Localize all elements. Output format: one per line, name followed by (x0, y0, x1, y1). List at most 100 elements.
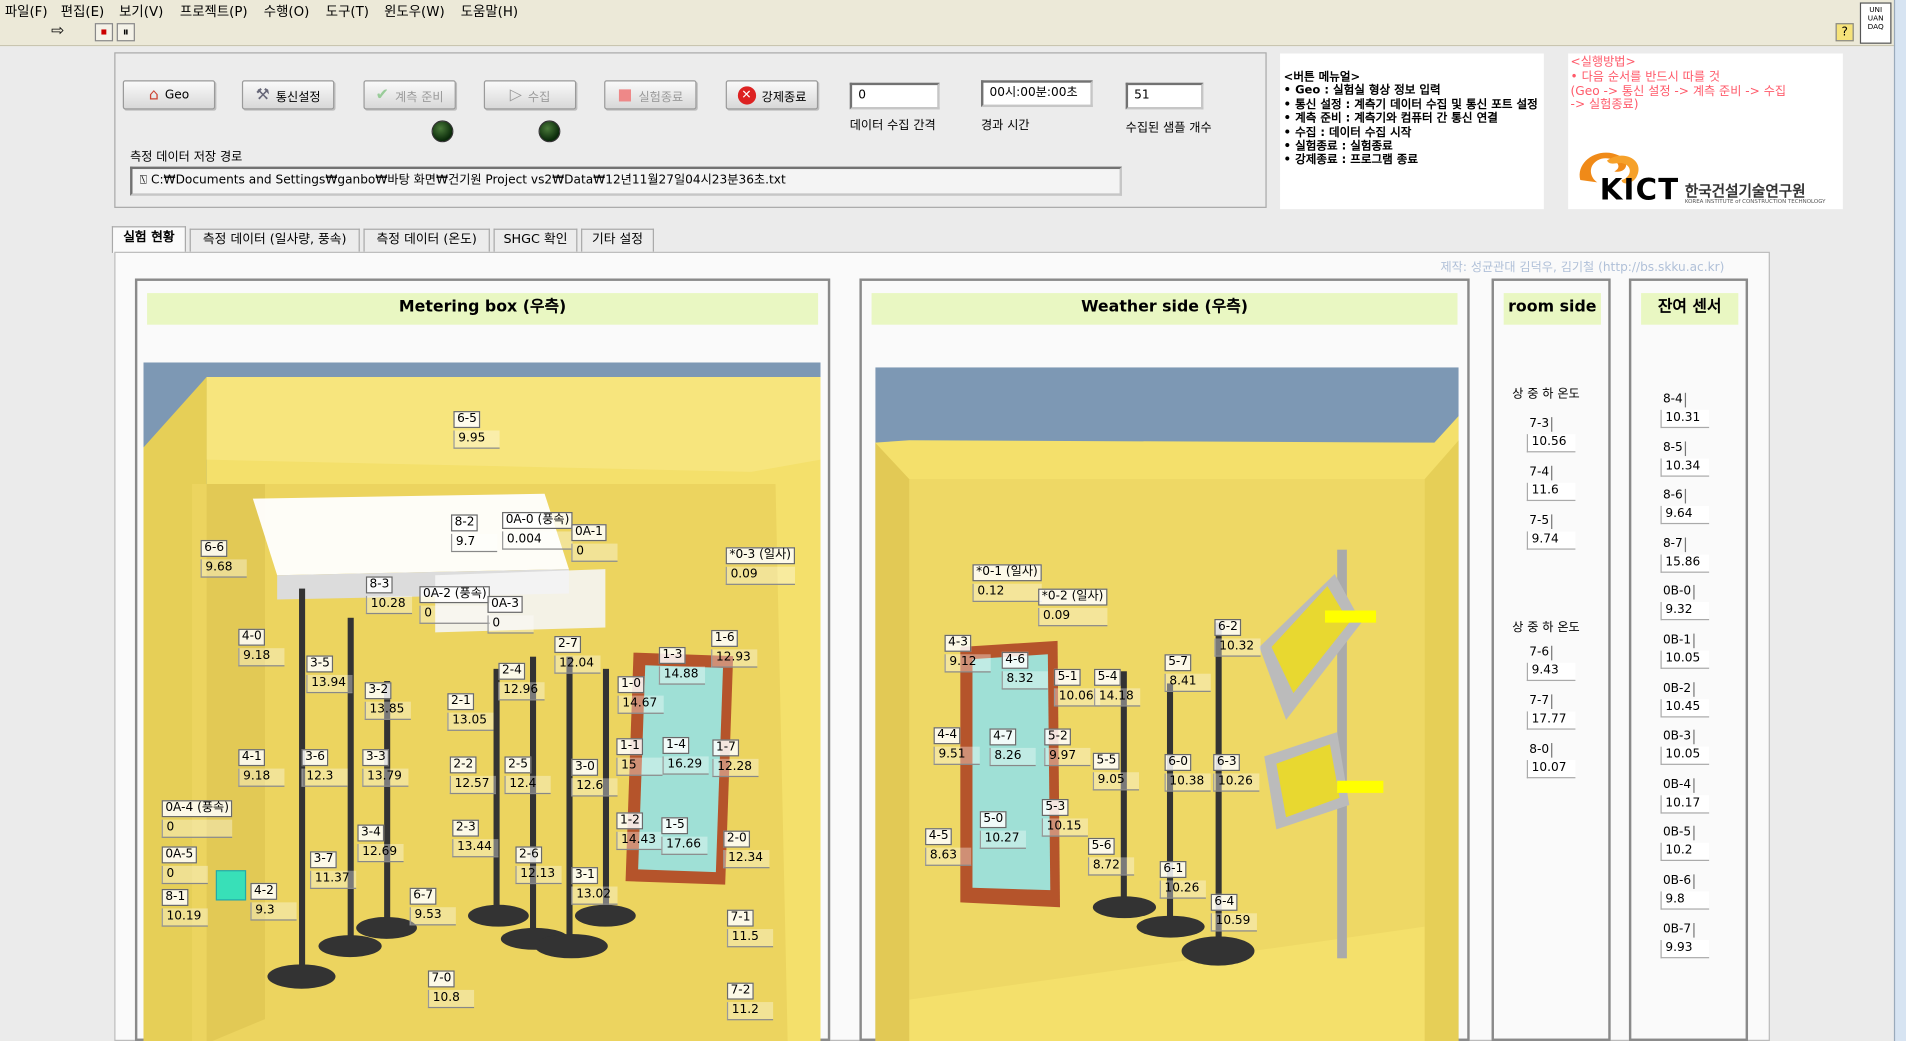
kict-name-kr: 한국건설기술연구원 (1684, 182, 1806, 200)
sensor-value: 12.96 (498, 682, 545, 701)
pause-icon[interactable]: ⏸ (116, 23, 135, 42)
menu-item-2[interactable]: 보기(V) (119, 1, 163, 20)
sensor-id: 0B-3 (1661, 729, 1695, 745)
sensor-id: 0A-0 (풍속) (502, 511, 573, 530)
sensor-id: 4-1 (238, 749, 266, 767)
sensor-id: 5-7 (1164, 654, 1192, 672)
sensor-value: 10.31 (1660, 409, 1710, 429)
sensor-value: 8.32 (1001, 671, 1048, 690)
sensor-id: 4-7 (989, 728, 1017, 746)
help-icon[interactable]: ? (1835, 23, 1854, 42)
sensor-id: 4-0 (238, 628, 266, 646)
sensor-value: 10.17 (1660, 795, 1710, 814)
sensor-id: 7-0 (427, 970, 456, 988)
tab-1[interactable]: 측정 데이터 (일사량, 풍속) (189, 228, 360, 252)
tab-4[interactable]: 기타 설정 (581, 228, 654, 252)
sensor-tag: 1-5 17.66 (661, 817, 708, 855)
manual-line: • 강제종료 : 프로그램 종료 (1283, 153, 1419, 168)
sensor-value: 15 (616, 757, 663, 776)
sensor-id: 5-0 (979, 811, 1007, 829)
sensor-tag: 4-3 9.12 (944, 634, 991, 673)
sensor-id: 1-6 (711, 629, 739, 647)
run-arrow-icon[interactable]: ⇨ (49, 23, 67, 41)
sensor-id: 7-6 (1527, 645, 1553, 661)
toolbar: ⇨ ⏹ ⏸ ? UNI UAN DAQ (0, 2, 1906, 47)
sensor-id: 5-3 (1041, 798, 1069, 817)
sensor-tag: 0A-3 0 (487, 595, 534, 634)
menu-item-4[interactable]: 수행(O) (264, 1, 310, 20)
credit-text: 제작: 성균관대 김덕우, 김기철 (http://bs.skku.ac.kr) (1440, 261, 1725, 275)
sensor-value: 17.77 (1526, 711, 1576, 730)
sensor-id: 4-3 (944, 634, 972, 652)
sensor-tag: 3-4 12.69 (357, 824, 404, 863)
sensor-id: 1-5 (661, 817, 689, 835)
sensor-value: 14.43 (616, 831, 663, 851)
sensor-value: 8.26 (989, 747, 1036, 767)
sensor-id: 5-1 (1053, 668, 1082, 686)
vertical-scrollbar[interactable] (1893, 0, 1906, 1041)
menu-item-6[interactable]: 윈도우(W) (384, 1, 445, 20)
sensor-value: 10.59 (1210, 913, 1257, 932)
sensor-value: 8.72 (1087, 857, 1135, 876)
ready-button[interactable]: ✔ 계측 준비 (363, 80, 456, 110)
sensor-value: 9.32 (1660, 602, 1710, 621)
remaining-sensors-panel: 잔여 센서 8-4 10.31 8-5 10.34 8-6 9.64 8-7 15.86 0B-… (1628, 278, 1749, 1041)
menu-item-0[interactable]: 파일(F) (5, 1, 48, 20)
collect-button[interactable]: ▷ 수집 (483, 80, 577, 110)
sensor-tag: *0-2 (일사) 0.09 (1038, 588, 1108, 627)
interval-label: 데이터 수집 간격 (849, 119, 936, 133)
tab-0[interactable]: 실험 현황 (111, 226, 186, 253)
menu-item-5[interactable]: 도구(T) (326, 1, 369, 20)
sensor-value: 9.18 (238, 648, 285, 667)
sensor-value: 0 (571, 543, 618, 562)
sensor-value: 0 (161, 865, 208, 885)
room-group1-label: 상 중 하 온도 (1512, 387, 1580, 402)
sensor-value: 0 (419, 605, 491, 624)
sensor-id: *0-1 (일사) (972, 564, 1042, 582)
sensor-tag: 8-6 9.64 (1660, 489, 1710, 525)
tab-3[interactable]: SHGC 확인 (493, 228, 578, 252)
method-line: -> 실험종료) (1570, 98, 1639, 113)
interval-field[interactable]: 0 (849, 82, 940, 110)
sensor-id: 0A-4 (풍속) (161, 800, 233, 818)
force-end-button[interactable]: ✕ 강제종료 (725, 80, 819, 110)
sensor-value: 17.66 (661, 836, 708, 855)
menu-bar: 파일(F) 편집(E) 보기(V) 프로젝트(P) 수행(O) 도구(T) 윈도우(W) 도움… (0, 0, 1906, 20)
sensor-value: 10.26 (1213, 773, 1260, 792)
sensor-tag: 7-1 11.5 (726, 909, 774, 948)
sensor-tag: 5-4 14.18 (1094, 668, 1141, 707)
sensor-value: 12.69 (357, 843, 404, 863)
sensor-value: 14.18 (1094, 688, 1141, 707)
sensor-id: 8-4 (1661, 392, 1687, 408)
sensor-tag: 3-0 12.6 (571, 758, 618, 797)
geo-button[interactable]: ⌂ Geo (122, 80, 216, 110)
sensor-value: 9.97 (1044, 747, 1091, 767)
sensor-value: 11.2 (726, 1002, 774, 1021)
sensor-value: 9.05 (1092, 772, 1140, 791)
sensor-id: 4-4 (933, 727, 961, 745)
sensor-id: 6-7 (409, 887, 437, 905)
sensor-id: 0B-4 (1661, 778, 1695, 793)
manual-line: • 실험종료 : 실험종료 (1283, 139, 1393, 154)
sensor-value: 9.51 (933, 746, 980, 765)
sensor-value: 9.53 (409, 907, 456, 926)
tab-2[interactable]: 측정 데이터 (온도) (363, 228, 490, 252)
menu-item-3[interactable]: 프로젝트(P) (180, 1, 248, 20)
room-side-title: room side (1503, 293, 1601, 325)
comm-settings-button[interactable]: ⚒ 통신설정 (241, 80, 335, 110)
sensor-tag: 8-5 10.34 (1660, 440, 1710, 477)
sensor-tag: 3-7 11.37 (309, 851, 357, 889)
menu-item-7[interactable]: 도움말(H) (461, 1, 518, 20)
sensor-id: 8-2 (450, 514, 479, 532)
sensor-id: 5-4 (1094, 668, 1122, 686)
stop-icon[interactable]: ⏹ (94, 23, 114, 42)
sensor-value: 11.5 (726, 929, 774, 948)
sensor-value: 0 (161, 819, 233, 838)
end-experiment-button[interactable]: ■ 실험종료 (604, 80, 697, 110)
sample-count-label: 수집된 샘플 개수 (1125, 121, 1212, 135)
button-manual: <버튼 메뉴얼> • Geo : 실험실 형상 정보 입력 • 통신 설정 : 계측… (1280, 53, 1544, 210)
sensor-id: 3-0 (571, 758, 599, 776)
sensor-tag: 2-5 12.4 (504, 756, 551, 795)
save-path-field[interactable]: ⍂ C:₩Documents and Settings₩ganbo₩바탕 화면₩… (130, 166, 1122, 196)
menu-item-1[interactable]: 편집(E) (61, 1, 104, 20)
